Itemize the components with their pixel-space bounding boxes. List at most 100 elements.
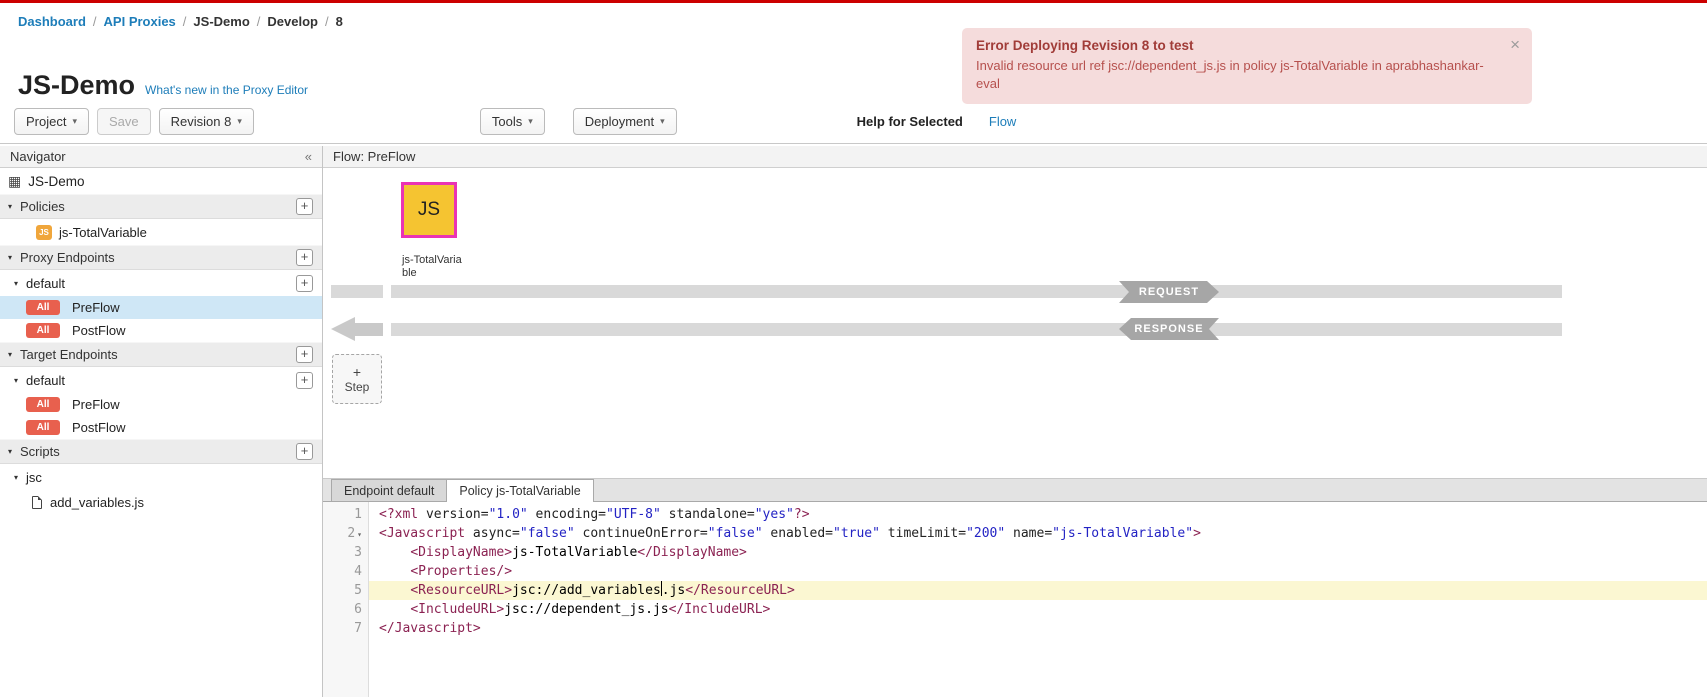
code-token: js-TotalVariable — [512, 545, 637, 560]
flow-header-label: Flow: PreFlow — [333, 149, 415, 164]
help-for-selected-label: Help for Selected — [857, 114, 963, 129]
nav-row-11-scripts[interactable]: ▾Scripts + — [0, 439, 322, 464]
nav-row-1-policies[interactable]: ▾Policies+ — [0, 194, 322, 219]
nav-row-5-preflow[interactable]: AllPreFlow — [0, 296, 322, 319]
response-bar-stub — [355, 323, 383, 336]
disclosure-triangle-icon[interactable]: ▾ — [14, 376, 26, 385]
add-button[interactable]: + — [296, 443, 313, 460]
close-icon[interactable]: × — [1510, 35, 1520, 55]
whats-new-link[interactable]: What's new in the Proxy Editor — [145, 83, 308, 97]
add-button[interactable]: + — [296, 249, 313, 266]
request-bar — [391, 285, 1562, 298]
code-line[interactable]: </Javascript> — [369, 619, 1707, 638]
save-button[interactable]: Save — [97, 108, 151, 135]
add-button[interactable]: + — [296, 198, 313, 215]
code-token: "false" — [708, 526, 763, 541]
nav-row-label: Scripts — [20, 444, 60, 459]
nav-row-13-add-variables-js[interactable]: add_variables.js — [0, 490, 322, 514]
code-token: jsc://dependent_js.js — [504, 602, 668, 617]
nav-row-10-postflow[interactable]: AllPostFlow — [0, 416, 322, 439]
breadcrumb-separator: / — [93, 14, 97, 29]
disclosure-triangle-icon[interactable]: ▾ — [8, 202, 20, 211]
fold-marker-icon[interactable]: ▾ — [357, 530, 362, 539]
file-icon — [32, 496, 42, 509]
toolbar: Project▾ Save Revision 8▾ Tools▾ Deploym… — [0, 100, 1707, 144]
disclosure-triangle-icon[interactable]: ▾ — [8, 447, 20, 456]
code-token — [379, 602, 410, 617]
code-token: </Javascript> — [379, 621, 481, 636]
add-step-button[interactable]: + Step — [332, 354, 382, 404]
line-number: 5 — [323, 581, 368, 600]
line-number: 3 — [323, 543, 368, 562]
code-token: standalone= — [661, 507, 755, 522]
code-line[interactable]: <?xml version="1.0" encoding="UTF-8" sta… — [369, 505, 1707, 524]
add-button[interactable]: + — [296, 346, 313, 363]
code-token: <DisplayName> — [410, 545, 512, 560]
nav-row-label: default — [26, 276, 65, 291]
disclosure-triangle-icon[interactable]: ▾ — [14, 473, 26, 482]
error-toast-title: Error Deploying Revision 8 to test — [976, 38, 1498, 53]
nav-row-2-js-totalvariable[interactable]: JSjs-TotalVariable — [0, 219, 322, 245]
line-number: 6 — [323, 600, 368, 619]
nav-row-label: PreFlow — [72, 397, 120, 412]
breadcrumb-separator: / — [183, 14, 187, 29]
nav-row-0-js-demo[interactable]: ▦JS-Demo — [0, 168, 322, 194]
flow-canvas: JS js-TotalVariable REQUEST RESPONSE + S… — [323, 168, 1707, 478]
code-line[interactable]: <Properties/> — [369, 562, 1707, 581]
nav-row-label: add_variables.js — [50, 495, 144, 510]
project-button-label: Project — [26, 114, 66, 129]
code-line[interactable]: <DisplayName>js-TotalVariable</DisplayNa… — [369, 543, 1707, 562]
add-button[interactable]: + — [296, 372, 313, 389]
add-button[interactable]: + — [296, 275, 313, 292]
code-token: <ResourceURL> — [410, 583, 512, 598]
tools-button-label: Tools — [492, 114, 522, 129]
disclosure-triangle-icon[interactable]: ▾ — [14, 279, 26, 288]
js-policy-icon: JS — [36, 225, 52, 240]
nav-row-4-default[interactable]: ▾default + — [0, 270, 322, 296]
breadcrumb-separator: / — [325, 14, 329, 29]
disclosure-triangle-icon[interactable]: ▾ — [8, 350, 20, 359]
chevron-down-icon: ▾ — [237, 116, 242, 127]
chevron-down-icon: ▾ — [660, 116, 665, 127]
collapse-navigator-button[interactable]: « — [305, 149, 312, 164]
tab-endpoint-default[interactable]: Endpoint default — [331, 479, 447, 501]
nav-row-3-proxy-endpoints[interactable]: ▾Proxy Endpoints+ — [0, 245, 322, 270]
nav-row-7-target-endpoints[interactable]: ▾Target Endpoints + — [0, 342, 322, 367]
code-token: timeLimit= — [880, 526, 966, 541]
breadcrumb-revision: 8 — [336, 14, 343, 29]
flow-help-link[interactable]: Flow — [989, 114, 1016, 129]
navigator-title: Navigator — [10, 149, 66, 164]
disclosure-triangle-icon[interactable]: ▾ — [8, 253, 20, 262]
deployment-button[interactable]: Deployment▾ — [573, 108, 677, 135]
code-line[interactable]: <ResourceURL>jsc://add_variables.js</Res… — [369, 581, 1707, 600]
nav-row-label: Target Endpoints — [20, 347, 118, 362]
code-area[interactable]: 12▾34567 <?xml version="1.0" encoding="U… — [323, 502, 1707, 697]
code-line[interactable]: <IncludeURL>jsc://dependent_js.js</Inclu… — [369, 600, 1707, 619]
line-number: 4 — [323, 562, 368, 581]
code-token: <?xml — [379, 507, 426, 522]
response-bar — [391, 323, 1562, 336]
code-token — [379, 564, 410, 579]
code-token — [379, 583, 410, 598]
code-line[interactable]: <Javascript async="false" continueOnErro… — [369, 524, 1707, 543]
nav-row-6-postflow[interactable]: AllPostFlow — [0, 319, 322, 342]
code-token: </ResourceURL> — [685, 583, 795, 598]
code-token: <IncludeURL> — [410, 602, 504, 617]
breadcrumb-api-proxies[interactable]: API Proxies — [104, 14, 176, 29]
code-token: encoding= — [528, 507, 606, 522]
code-token: .js — [662, 583, 685, 598]
nav-row-label: PostFlow — [72, 323, 125, 338]
breadcrumb-dashboard[interactable]: Dashboard — [18, 14, 86, 29]
nav-row-8-default[interactable]: ▾default+ — [0, 367, 322, 393]
code-token: "1.0" — [489, 507, 528, 522]
line-number: 7 — [323, 619, 368, 638]
tools-button[interactable]: Tools▾ — [480, 108, 545, 135]
nav-row-12-jsc[interactable]: ▾jsc — [0, 464, 322, 490]
nav-row-9-preflow[interactable]: AllPreFlow — [0, 393, 322, 416]
code-gutter: 12▾34567 — [323, 502, 369, 697]
revision-button[interactable]: Revision 8▾ — [159, 108, 254, 135]
project-button[interactable]: Project▾ — [14, 108, 89, 135]
main-area: Navigator « ▦JS-Demo▾Policies+JSjs-Total… — [0, 146, 1707, 697]
tab-policy-js-totalvariable[interactable]: Policy js-TotalVariable — [446, 479, 593, 502]
policy-node-js-totalvariable[interactable]: JS — [401, 182, 457, 238]
